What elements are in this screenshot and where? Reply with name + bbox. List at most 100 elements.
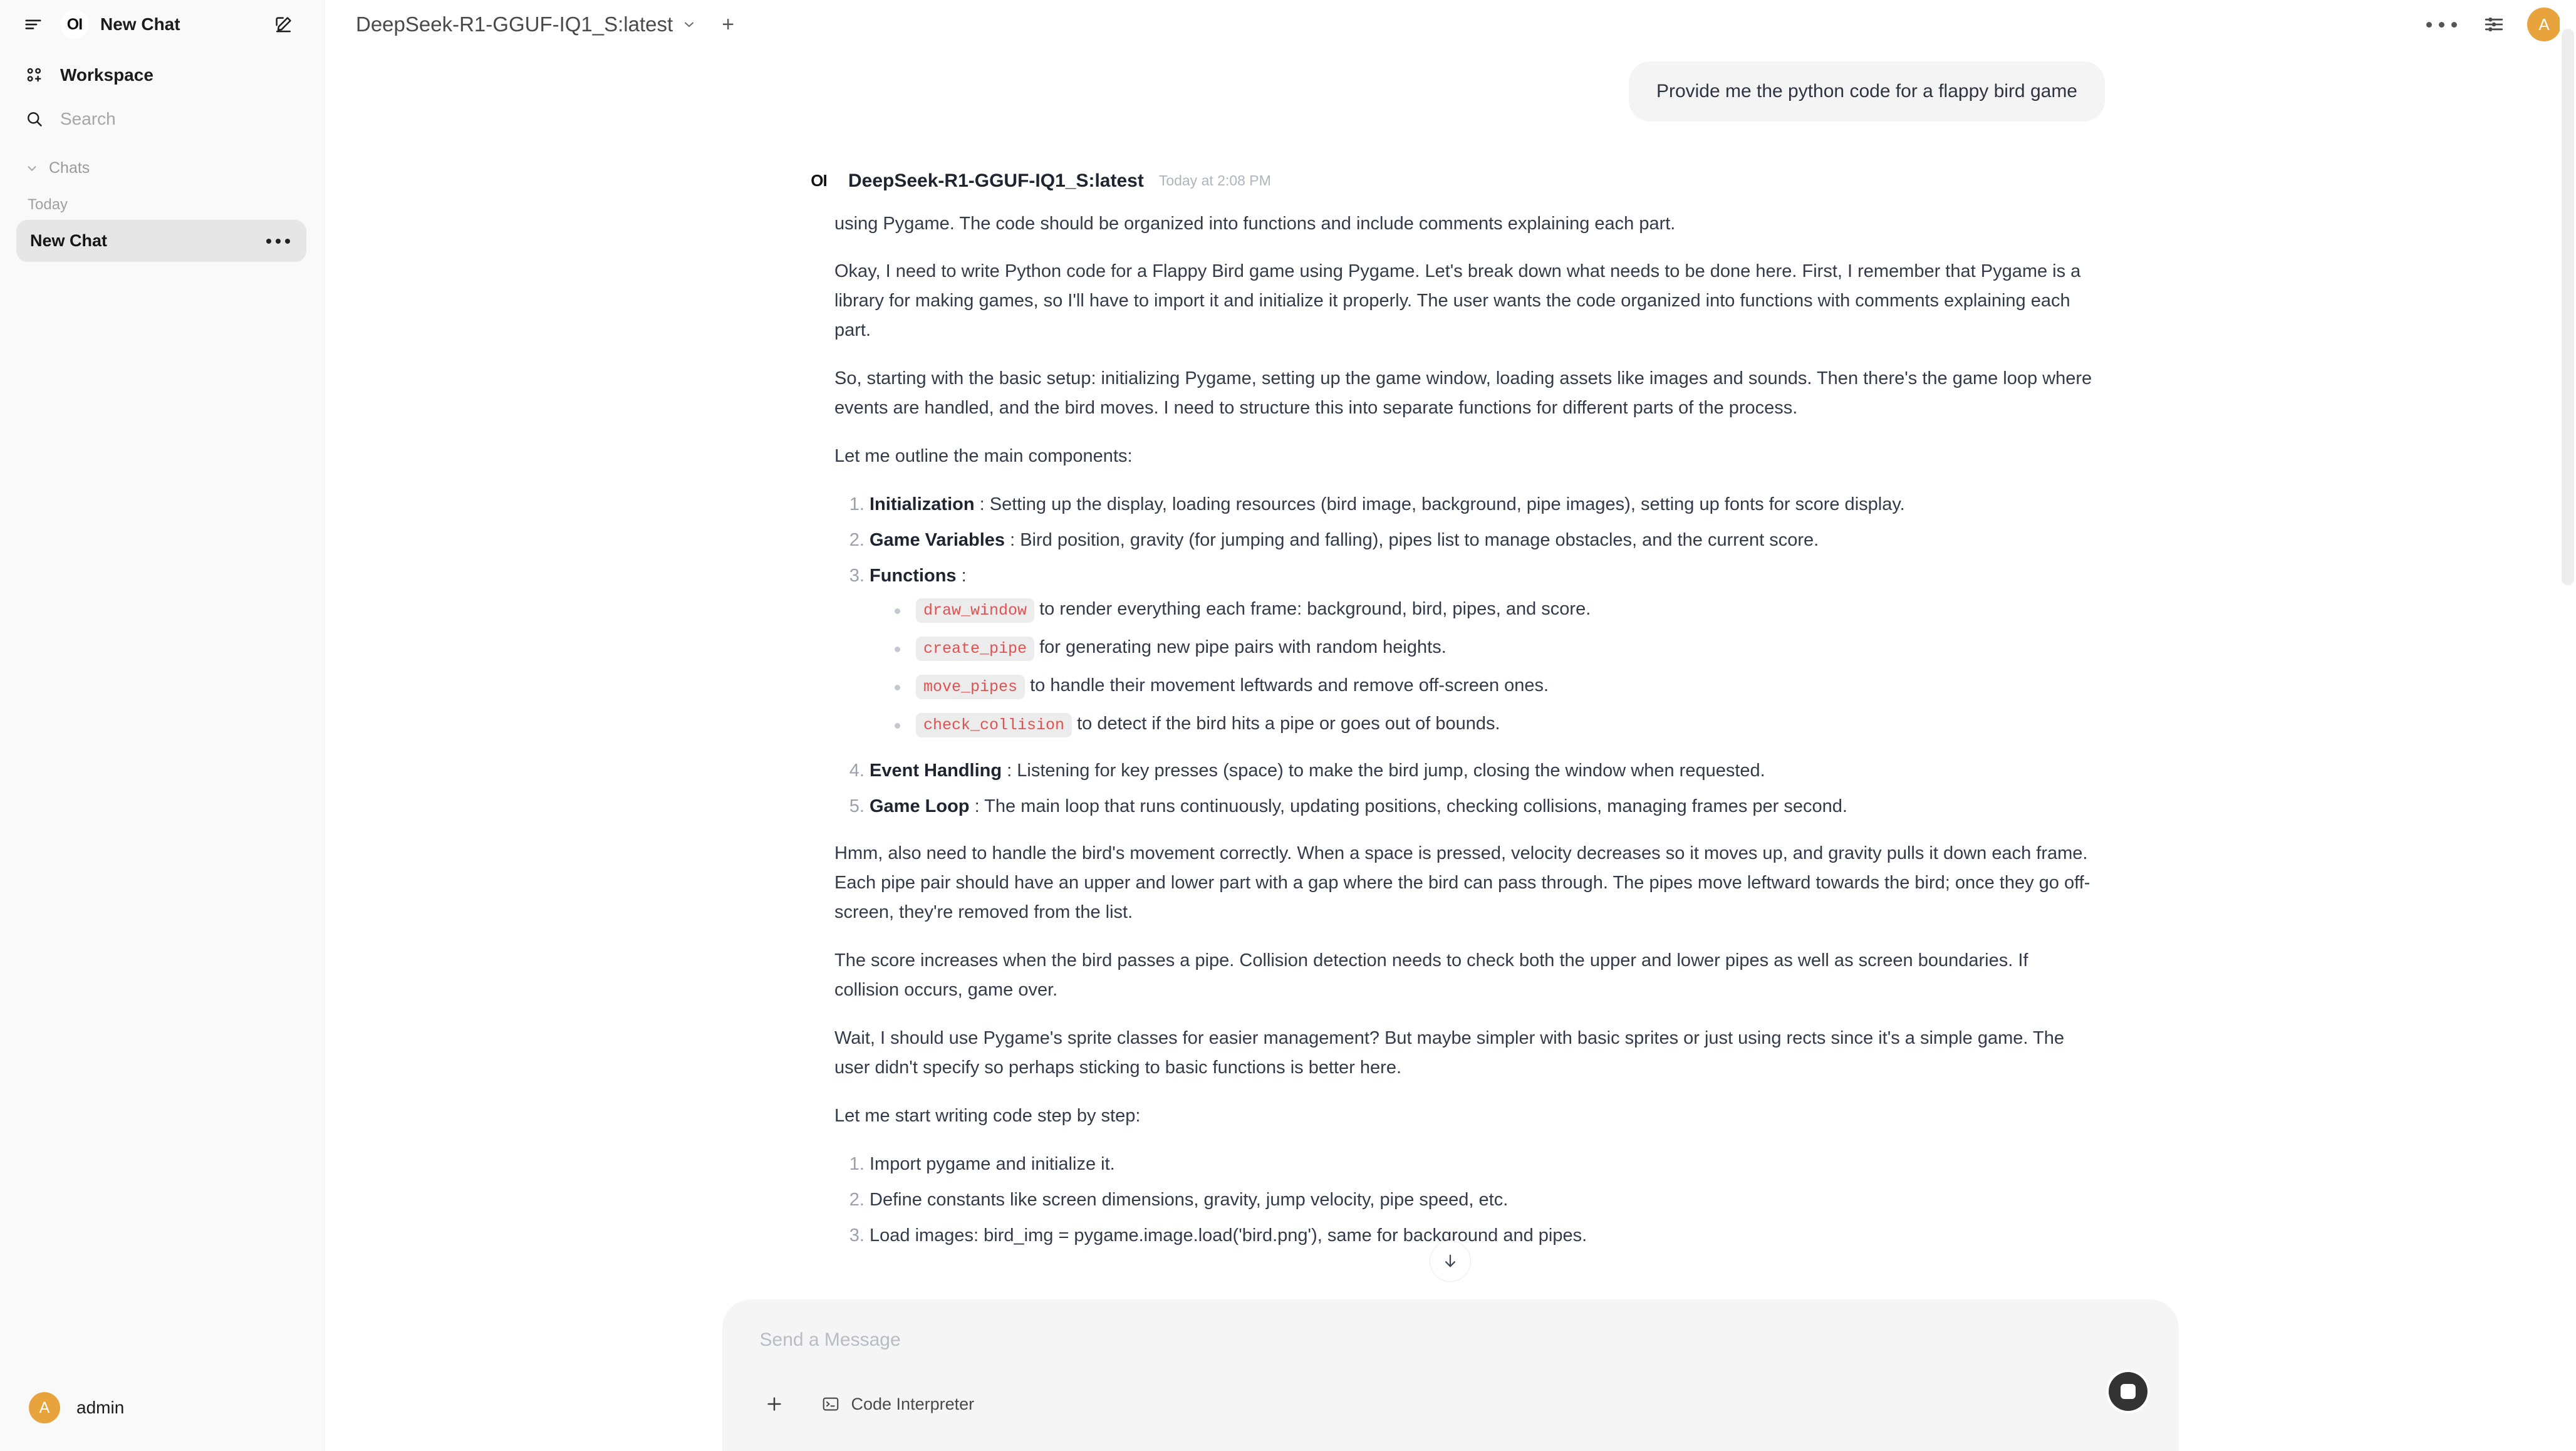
code-interpreter-label: Code Interpreter: [851, 1394, 975, 1413]
sidebar-item-workspace[interactable]: Workspace: [16, 56, 306, 94]
assistant-body: using Pygame. The code should be organiz…: [796, 209, 2105, 1251]
list-item: create_pipe for generating new pipe pair…: [895, 633, 2092, 662]
app-logo: OI: [60, 10, 89, 39]
chevron-down-icon: [682, 17, 697, 32]
assistant-message: OI DeepSeek-R1-GGUF-IQ1_S:latest Today a…: [796, 166, 2105, 1251]
workspace-label: Workspace: [60, 65, 153, 85]
inline-code: create_pipe: [916, 637, 1035, 662]
assistant-avatar: OI: [804, 166, 833, 195]
page-scrollbar-thumb[interactable]: [2562, 29, 2574, 585]
stop-generation-button[interactable]: [2106, 1370, 2150, 1413]
list-item: draw_window to render everything each fr…: [895, 595, 2092, 624]
paragraph: Let me outline the main components:: [834, 446, 1133, 467]
paragraph: The score increases when the bird passes…: [834, 950, 2028, 1000]
list-item-sep: :: [969, 796, 985, 817]
chat-group-today: Today: [28, 196, 68, 213]
avatar: A: [29, 1392, 60, 1423]
list-item-desc: Setting up the display, loading resource…: [989, 494, 1905, 515]
list-item: Game Variables : Bird position, gravity …: [870, 526, 2092, 555]
sidebar-username: admin: [76, 1398, 125, 1417]
list-item: Import pygame and initialize it.: [870, 1150, 2092, 1179]
sidebar-chat-item[interactable]: New Chat: [16, 220, 306, 262]
list-item: Load images: bird_img = pygame.image.loa…: [870, 1221, 2092, 1251]
list-item: Event Handling : Listening for key press…: [870, 756, 2092, 786]
inline-code: check_collision: [916, 713, 1072, 738]
inline-code: move_pipes: [916, 675, 1026, 700]
paragraph: using Pygame. The code should be organiz…: [834, 213, 1676, 234]
conversation: Provide me the python code for a flappy …: [796, 49, 2105, 1251]
pencil-square-icon: [274, 15, 293, 34]
add-attachment-button[interactable]: [756, 1386, 792, 1422]
user-avatar-button[interactable]: A: [2527, 8, 2561, 41]
list-item: move_pipes to handle their movement left…: [895, 671, 2092, 700]
chats-section-toggle[interactable]: Chats: [16, 154, 306, 182]
sidebar: OI New Chat Workspace Search Chats Today…: [0, 0, 325, 1451]
sublist-item-desc: to detect if the bird hits a pipe or goe…: [1077, 714, 1500, 734]
sidebar-brand[interactable]: OI New Chat: [60, 10, 265, 39]
sublist-item-desc: to handle their movement leftwards and r…: [1030, 675, 1549, 696]
main-panel: DeepSeek-R1-GGUF-IQ1_S:latest + A Provid…: [325, 0, 2576, 1451]
model-selector[interactable]: DeepSeek-R1-GGUF-IQ1_S:latest: [346, 8, 707, 41]
add-model-button[interactable]: +: [715, 11, 740, 38]
list-item-term: Functions: [870, 566, 957, 586]
arrow-down-icon: [1441, 1252, 1460, 1271]
message-input[interactable]: Send a Message: [751, 1322, 2150, 1351]
functions-sublist: draw_window to render everything each fr…: [870, 595, 2092, 739]
components-list: Initialization : Setting up the display,…: [834, 490, 2092, 821]
conversation-scroll-area[interactable]: Provide me the python code for a flappy …: [325, 49, 2576, 1299]
sublist-item-desc: for generating new pipe pairs with rando…: [1039, 637, 1446, 658]
list-item-desc: Bird position, gravity (for jumping and …: [1020, 530, 1819, 551]
chat-item-title: New Chat: [30, 231, 108, 250]
user-message: Provide me the python code for a flappy …: [1628, 61, 2105, 122]
list-item: Functions : draw_window to render everyt…: [870, 561, 2092, 739]
chevron-down-icon: [25, 162, 39, 175]
list-item-sep: :: [974, 494, 990, 515]
list-item-desc: The main loop that runs continuously, up…: [984, 796, 1847, 817]
sliders-icon: [2483, 14, 2505, 35]
search-icon: [25, 110, 44, 128]
list-item-term: Game Variables: [870, 530, 1005, 551]
paragraph: Let me start writing code step by step:: [834, 1105, 1141, 1126]
new-chat-button[interactable]: [265, 6, 301, 43]
list-item: Define constants like screen dimensions,…: [870, 1185, 2092, 1215]
paragraph: Wait, I should use Pygame's sprite class…: [834, 1027, 2064, 1078]
chats-section-label: Chats: [49, 159, 90, 177]
list-item-sep: :: [1002, 761, 1017, 781]
search-placeholder: Search: [60, 109, 116, 128]
inline-code: draw_window: [916, 598, 1035, 623]
chat-controls-button[interactable]: [2475, 5, 2513, 44]
assistant-name: DeepSeek-R1-GGUF-IQ1_S:latest: [848, 170, 1144, 191]
message-composer: Send a Message Code Interpreter: [722, 1299, 2179, 1451]
paragraph: So, starting with the basic setup: initi…: [834, 368, 2092, 419]
list-item-sep: :: [1005, 530, 1021, 551]
hamburger-icon: [24, 15, 43, 34]
app-root: OI New Chat Workspace Search Chats Today…: [0, 0, 2576, 1451]
sidebar-header: OI New Chat: [0, 0, 324, 49]
paragraph: Okay, I need to write Python code for a …: [834, 261, 2081, 341]
page-scrollbar[interactable]: [2560, 0, 2576, 1451]
more-options-button[interactable]: [2415, 12, 2468, 38]
assistant-header: OI DeepSeek-R1-GGUF-IQ1_S:latest Today a…: [796, 166, 2105, 195]
sidebar-brand-title: New Chat: [100, 14, 180, 34]
user-message-row: Provide me the python code for a flappy …: [796, 61, 2105, 122]
steps-list: Import pygame and initialize it. Define …: [834, 1150, 2092, 1251]
search-input[interactable]: Search: [16, 100, 306, 138]
plus-icon: [764, 1394, 784, 1414]
list-item-desc: Listening for key presses (space) to mak…: [1017, 761, 1765, 781]
sublist-item-desc: to render everything each frame: backgro…: [1039, 599, 1591, 620]
scroll-to-bottom-button[interactable]: [1430, 1240, 1471, 1282]
list-item-sep: :: [956, 566, 967, 586]
list-item-term: Event Handling: [870, 761, 1002, 781]
sidebar-user-button[interactable]: A admin: [16, 1381, 308, 1435]
sidebar-toggle-button[interactable]: [15, 6, 51, 43]
chat-item-menu-button[interactable]: [264, 235, 293, 247]
top-bar: DeepSeek-R1-GGUF-IQ1_S:latest + A: [325, 0, 2576, 49]
composer-toolbar: Code Interpreter: [751, 1386, 2150, 1422]
workspace-grid-icon: [25, 66, 44, 85]
code-interpreter-toggle[interactable]: Code Interpreter: [811, 1390, 985, 1419]
list-item: Initialization : Setting up the display,…: [870, 490, 2092, 519]
terminal-icon: [821, 1395, 840, 1413]
list-item-term: Initialization: [870, 494, 975, 515]
message-timestamp: Today at 2:08 PM: [1158, 172, 1271, 189]
